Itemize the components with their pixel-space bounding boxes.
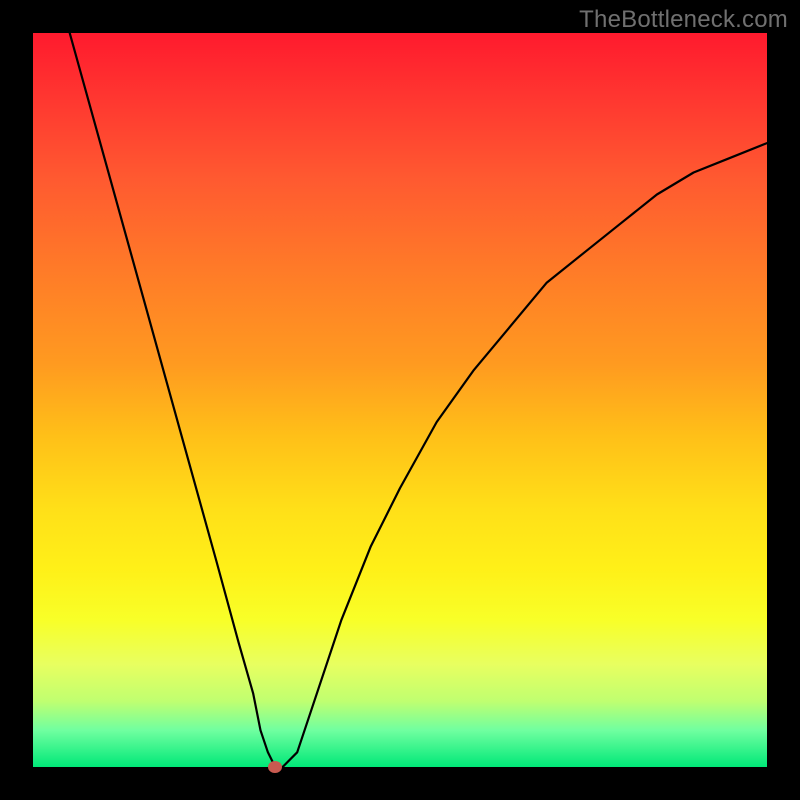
curve-minimum-marker bbox=[268, 761, 282, 773]
bottleneck-curve bbox=[33, 33, 767, 767]
curve-path bbox=[70, 33, 767, 767]
plot-area bbox=[33, 33, 767, 767]
watermark-text: TheBottleneck.com bbox=[579, 6, 788, 34]
chart-frame: TheBottleneck.com bbox=[0, 0, 800, 800]
